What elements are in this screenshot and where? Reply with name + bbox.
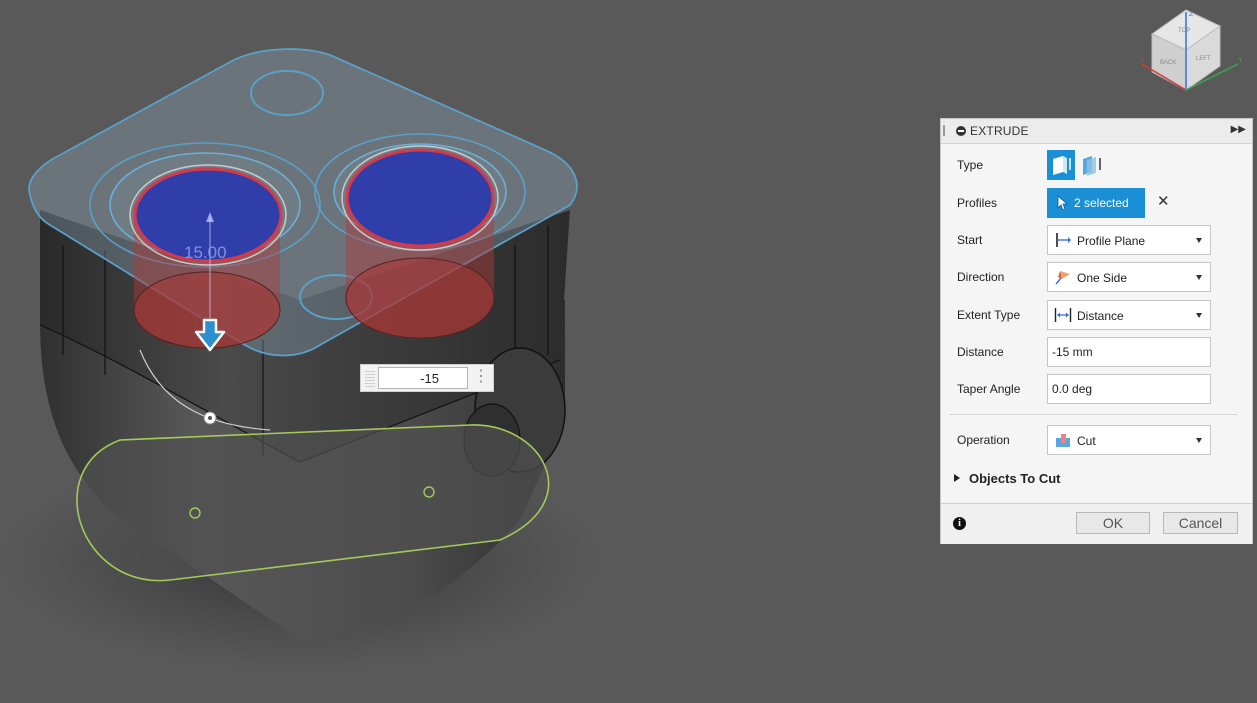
type-label: Type xyxy=(957,158,984,172)
dialog-grip[interactable] xyxy=(943,125,945,136)
clear-selection-icon[interactable]: ✕ xyxy=(1157,194,1170,210)
viewcube-top-label: TOP xyxy=(1178,28,1190,34)
extent-type-row: Extent Type Distance xyxy=(941,300,1252,330)
chevron-down-icon xyxy=(1196,238,1202,243)
extrude-solid-icon xyxy=(1053,156,1071,175)
thin-extrude-icon xyxy=(1083,156,1101,176)
distance-row: Distance xyxy=(941,337,1252,367)
viewcube-left-label: LEFT xyxy=(1196,56,1211,62)
profiles-select-button[interactable]: 2 selected xyxy=(1047,188,1145,218)
distance-canvas-input[interactable]: ⋮ xyxy=(360,364,494,392)
selected-profile-right[interactable] xyxy=(345,148,495,248)
operation-value: Cut xyxy=(1077,434,1096,448)
operation-row: Operation Cut xyxy=(941,425,1252,455)
start-value: Profile Plane xyxy=(1077,234,1146,248)
direction-label: Direction xyxy=(957,270,1005,284)
direction-dropdown[interactable]: One Side xyxy=(1047,262,1211,292)
start-label: Start xyxy=(957,233,983,247)
type-extrude-button[interactable] xyxy=(1047,150,1075,180)
operation-dropdown[interactable]: Cut xyxy=(1047,425,1211,455)
one-side-icon xyxy=(1055,271,1070,285)
extrude-dialog: EXTRUDE ▶▶ Type Profiles 2 selected ✕ St… xyxy=(940,118,1253,544)
viewcube-back-label: BACK xyxy=(1160,60,1176,66)
cut-operation-icon xyxy=(1056,434,1070,447)
ok-button[interactable]: OK xyxy=(1076,512,1150,534)
distance-label: Distance xyxy=(957,345,1004,359)
more-options-icon[interactable]: ⋮ xyxy=(473,369,489,387)
input-drag-grip[interactable] xyxy=(365,369,375,387)
start-dropdown[interactable]: Profile Plane xyxy=(1047,225,1211,255)
cut-preview-right-bottom xyxy=(345,257,495,339)
distance-field[interactable] xyxy=(1047,337,1211,367)
taper-angle-label: Taper Angle xyxy=(957,382,1021,396)
extent-type-dropdown[interactable]: Distance xyxy=(1047,300,1211,330)
taper-handle-dot xyxy=(208,416,212,420)
cursor-arrow-icon xyxy=(1057,195,1069,211)
z-axis-label: Z xyxy=(1189,11,1194,18)
dimension-label: 15.00 xyxy=(184,243,227,262)
profiles-count: 2 selected xyxy=(1074,196,1129,210)
taper-angle-row: Taper Angle xyxy=(941,374,1252,404)
extent-type-label: Extent Type xyxy=(957,308,1021,322)
direction-row: Direction One Side xyxy=(941,262,1252,292)
type-thin-extrude-button[interactable] xyxy=(1077,150,1105,180)
info-icon[interactable]: i xyxy=(953,517,966,530)
distance-input[interactable] xyxy=(1048,338,1210,366)
dialog-collapse-icon[interactable] xyxy=(956,126,966,136)
distance-canvas-field[interactable] xyxy=(378,367,468,389)
chevron-down-icon xyxy=(1196,438,1202,443)
distance-icon xyxy=(1054,308,1072,322)
objects-to-cut-toggle[interactable]: Objects To Cut xyxy=(954,471,1060,486)
operation-label: Operation xyxy=(957,433,1010,447)
profile-plane-icon xyxy=(1056,233,1071,247)
dialog-title: EXTRUDE xyxy=(970,124,1029,138)
dialog-footer: i OK Cancel xyxy=(941,503,1252,544)
chevron-down-icon xyxy=(1196,313,1202,318)
divider xyxy=(949,414,1237,415)
dialog-header[interactable]: EXTRUDE ▶▶ xyxy=(941,119,1252,144)
taper-angle-field[interactable] xyxy=(1047,374,1211,404)
x-axis-label: X xyxy=(1140,57,1145,64)
view-cube[interactable]: TOP BACK LEFT Z Y X xyxy=(1138,6,1250,102)
profiles-label: Profiles xyxy=(957,196,998,210)
type-row: Type xyxy=(941,150,1252,180)
extent-type-value: Distance xyxy=(1077,309,1124,323)
y-axis-label: Y xyxy=(1238,57,1243,64)
objects-to-cut-label: Objects To Cut xyxy=(969,471,1061,486)
chevron-down-icon xyxy=(1196,275,1202,280)
expand-icon[interactable]: ▶▶ xyxy=(1231,124,1246,135)
taper-angle-input[interactable] xyxy=(1048,375,1210,403)
direction-value: One Side xyxy=(1077,271,1128,285)
cancel-button[interactable]: Cancel xyxy=(1163,512,1238,534)
triangle-right-icon xyxy=(954,474,960,482)
start-row: Start Profile Plane xyxy=(941,225,1252,255)
profiles-row: Profiles 2 selected ✕ xyxy=(941,188,1252,218)
